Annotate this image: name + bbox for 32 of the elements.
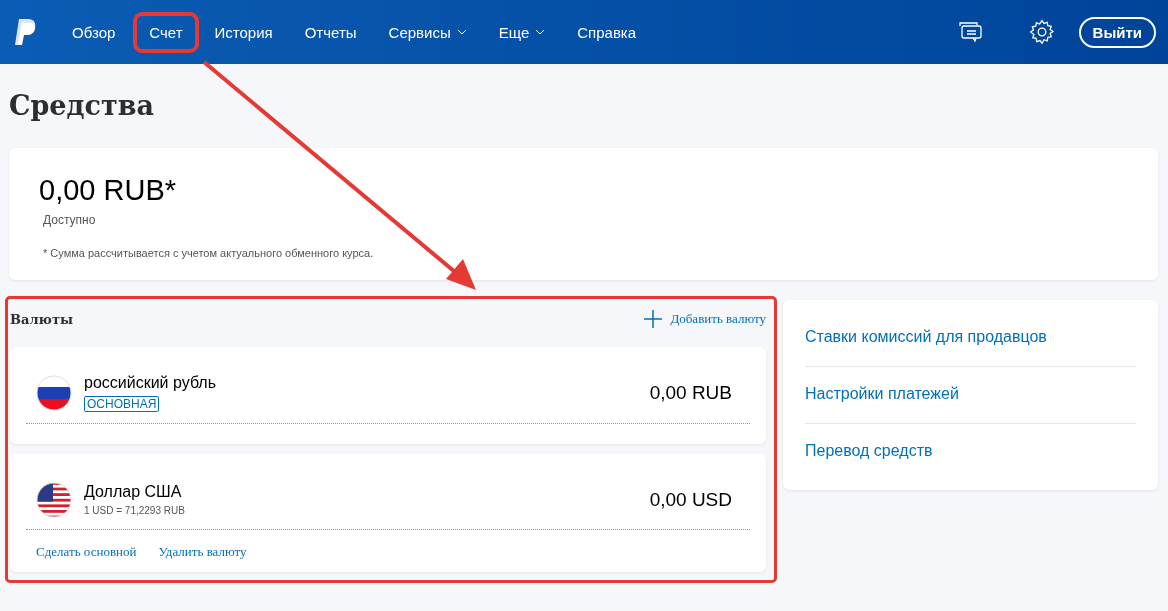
exchange-rate: 1 USD = 71,2293 RUB	[84, 505, 186, 516]
currency-amount: 0,00 USD	[649, 488, 732, 511]
nav-link[interactable]: Еще	[486, 15, 558, 49]
currency-action-link[interactable]: Удалить валюту	[158, 544, 247, 560]
balance-amount: 0,00 RUB*	[39, 174, 177, 207]
chevron-down-icon	[535, 29, 546, 35]
page-title: Средства	[9, 90, 155, 123]
settings-link[interactable]: Перевод средств	[805, 424, 1136, 480]
section-title: Валюты	[10, 311, 73, 327]
currency-name: Доллар США	[84, 483, 183, 501]
usa-flag-icon	[36, 481, 72, 518]
currency-action-link[interactable]: Сделать основной	[36, 544, 137, 560]
chevron-down-icon	[456, 29, 467, 35]
logout-button[interactable]: Выйти	[1078, 16, 1156, 48]
add-currency-link[interactable]: Добавить валюту	[644, 310, 766, 328]
nav-link[interactable]: История	[202, 15, 285, 49]
primary-badge: ОСНОВНАЯ	[84, 396, 160, 412]
nav-link[interactable]: Обзор	[60, 15, 128, 49]
messages-icon[interactable]	[956, 20, 983, 44]
settings-link[interactable]: Настройки платежей	[805, 367, 1136, 424]
balance-note: * Сумма рассчитывается с учетом актуального обменного курса.	[43, 247, 375, 259]
nav-link[interactable]: Отчеты	[292, 15, 369, 49]
logo-icon[interactable]	[14, 17, 38, 47]
russia-flag-icon	[36, 375, 72, 411]
balance-caption: Доступно	[43, 213, 97, 227]
plus-icon	[644, 310, 663, 328]
settings-link[interactable]: Ставки комиссий для продавцов	[805, 310, 1136, 367]
currency-amount: 0,00 RUB	[649, 382, 732, 404]
settings-icon[interactable]	[1028, 19, 1055, 45]
nav-link[interactable]: Справка	[565, 15, 649, 49]
currency-name: российский рубль	[84, 374, 217, 392]
nav-link[interactable]: Сервисы	[376, 15, 479, 49]
